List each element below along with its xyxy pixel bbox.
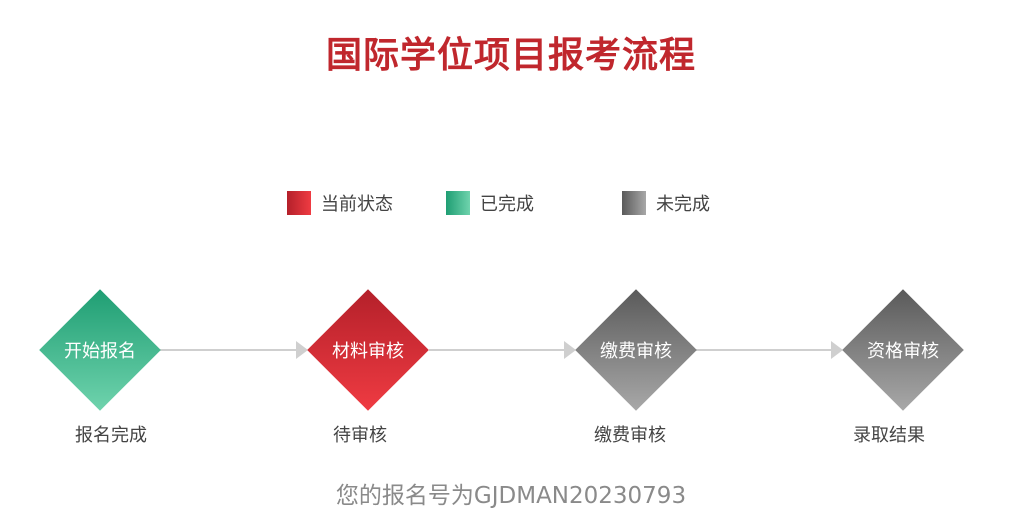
legend-item-incomplete: 未完成 — [622, 191, 710, 215]
connector-line-2 — [429, 349, 570, 351]
step-fee-review: 缴费审核 — [574, 288, 698, 412]
legend-label-completed: 已完成 — [480, 194, 534, 215]
step-label: 缴费审核 — [600, 341, 672, 362]
legend-swatch-current — [287, 191, 311, 215]
step-status-text: 待审核 — [333, 425, 387, 446]
legend-swatch-completed — [446, 191, 470, 215]
step-label: 材料审核 — [332, 341, 404, 362]
connector-line-1 — [160, 349, 300, 351]
legend-item-completed: 已完成 — [446, 191, 534, 215]
step-start-registration: 开始报名 — [38, 288, 162, 412]
legend-swatch-incomplete — [622, 191, 646, 215]
step-material-review: 材料审核 — [306, 288, 430, 412]
step-label: 资格审核 — [867, 341, 939, 362]
step-status-text: 缴费审核 — [594, 425, 666, 446]
registration-number: 您的报名号为GJDMAN20230793 — [335, 483, 687, 509]
step-label: 开始报名 — [64, 341, 136, 362]
step-status-text: 录取结果 — [853, 425, 925, 446]
step-status-text: 报名完成 — [75, 425, 147, 446]
legend-label-incomplete: 未完成 — [656, 194, 710, 215]
legend-item-current: 当前状态 — [287, 191, 393, 215]
step-qualification-review: 资格审核 — [841, 288, 965, 412]
legend-label-current: 当前状态 — [321, 194, 393, 215]
connector-line-3 — [696, 349, 836, 351]
page-title: 国际学位项目报考流程 — [325, 35, 696, 76]
